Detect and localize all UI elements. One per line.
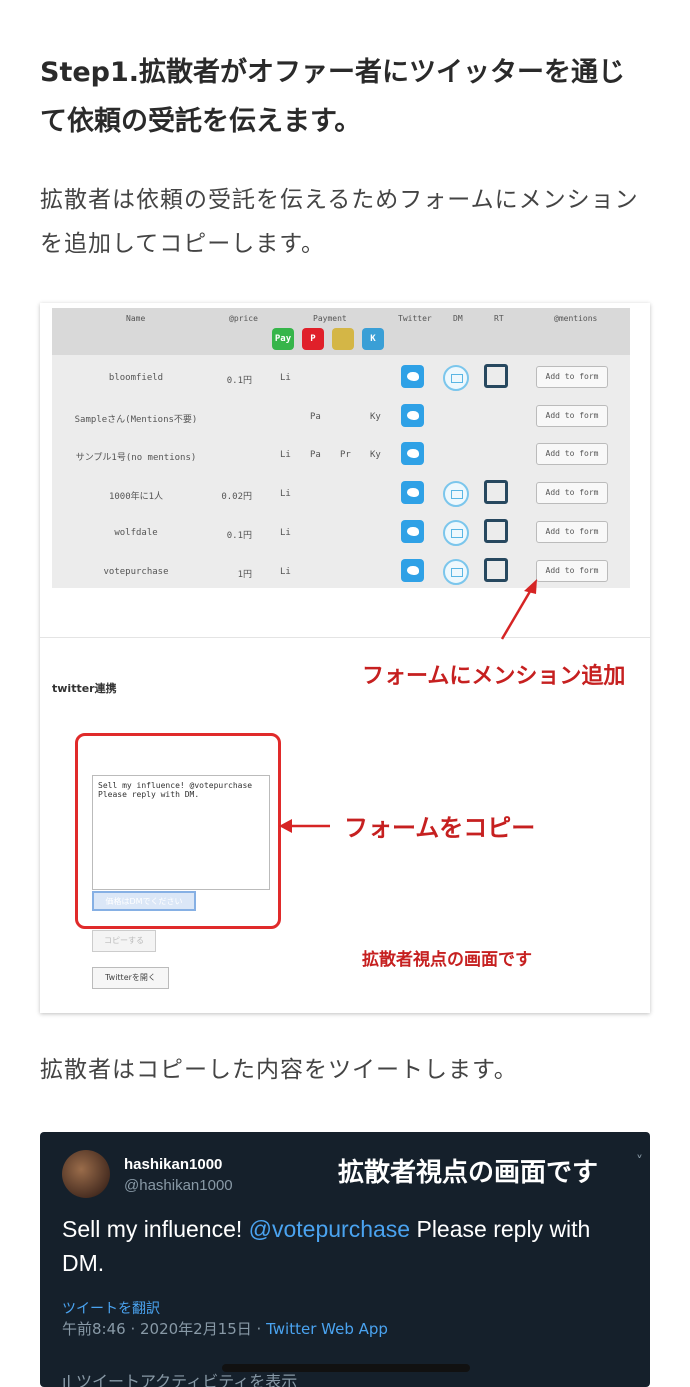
spreader-screenshot: Name @price Payment Twitter DM RT @menti…	[40, 303, 650, 1013]
app-link[interactable]: Twitter Web App	[266, 1320, 388, 1338]
translate-link[interactable]: ツイートを翻訳	[62, 1298, 160, 1318]
avatar[interactable]	[62, 1150, 110, 1198]
user-handle[interactable]: @hashikan1000	[124, 1177, 233, 1194]
tweet-paragraph: 拡散者はコピーした内容をツイートします。	[40, 1057, 518, 1083]
bar-chart-icon: ıl	[62, 1372, 76, 1387]
annotation-arrows	[279, 579, 537, 833]
tweet-meta: 午前8:46 · 2020年2月15日 · Twitter Web App	[62, 1318, 388, 1339]
section-heading: Step1.拡散者がオファー者にツイッターを通じて依頼の受託を伝えます。	[40, 57, 626, 137]
arrow-head-copy	[279, 819, 292, 833]
tweet-text: Sell my influence! @votepurchase Please …	[62, 1212, 632, 1280]
chevron-down-icon[interactable]: ˅	[636, 1154, 643, 1170]
intro-paragraph: 拡散者は依頼の受託を伝えるためフォームにメンションを追加してコピーします。	[40, 187, 639, 257]
home-indicator[interactable]	[222, 1364, 470, 1372]
display-name[interactable]: hashikan1000	[124, 1156, 222, 1173]
arrow-to-add-button	[500, 587, 534, 640]
tweet-activity-label: ツイートアクティビティを表示	[75, 1372, 298, 1387]
tweet-card: hashikan1000 @hashikan1000 拡散者視点の画面です ˅ …	[40, 1132, 650, 1387]
viewpoint-label: 拡散者視点の画面です	[338, 1158, 599, 1188]
mention-link[interactable]: @votepurchase	[249, 1216, 410, 1242]
tweet-time: 午前8:46 · 2020年2月15日 ·	[62, 1320, 267, 1338]
arrow-head-add	[524, 579, 537, 594]
tweet-text-start: Sell my influence!	[62, 1216, 249, 1242]
